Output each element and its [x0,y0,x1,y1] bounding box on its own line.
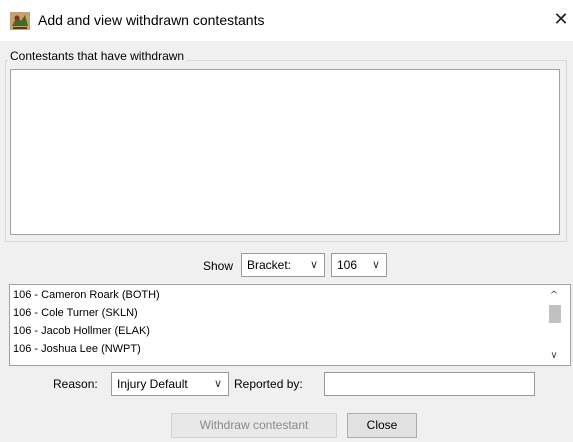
window-title: Add and view withdrawn contestants [38,12,265,28]
list-item[interactable]: 106 - Joshua Lee (NWPT) [13,340,141,358]
close-button[interactable]: Close [347,413,417,438]
show-label: Show [203,259,234,273]
reported-by-input[interactable] [324,372,535,396]
filter-type-value: Bracket: [247,258,292,272]
close-icon[interactable]: ✕ [549,8,573,32]
chevron-down-icon: ∨ [371,259,380,271]
contestant-list[interactable]: 106 - Cameron Roark (BOTH) 106 - Cole Tu… [9,284,571,366]
scrollbar-thumb[interactable] [549,305,561,323]
chevron-down-icon: ∨ [309,259,318,271]
bracket-value: 106 [337,258,358,272]
wrestler-app-icon [10,12,30,30]
filter-type-dropdown[interactable]: Bracket: ∨ [241,253,325,277]
withdrawn-contestants-list[interactable] [10,69,560,235]
reason-label: Reason: [53,377,98,391]
chevron-down-icon: ∨ [213,378,222,390]
withdrawn-group-label: Contestants that have withdrawn [8,49,187,63]
title-bar: Add and view withdrawn contestants ✕ [0,0,573,41]
reason-dropdown[interactable]: Injury Default ∨ [111,372,229,396]
scroll-down-icon[interactable]: ∨ [548,350,560,362]
list-item[interactable]: 106 - Cameron Roark (BOTH) [13,286,160,304]
reason-value: Injury Default [117,377,188,391]
scroll-up-icon[interactable]: ^ [548,290,560,302]
withdraw-contestant-button[interactable]: Withdraw contestant [171,413,337,438]
bracket-dropdown[interactable]: 106 ∨ [331,253,387,277]
list-item[interactable]: 106 - Cole Turner (SKLN) [13,304,138,322]
reported-by-label: Reported by: [234,377,303,391]
list-item[interactable]: 106 - Jacob Hollmer (ELAK) [13,322,150,340]
